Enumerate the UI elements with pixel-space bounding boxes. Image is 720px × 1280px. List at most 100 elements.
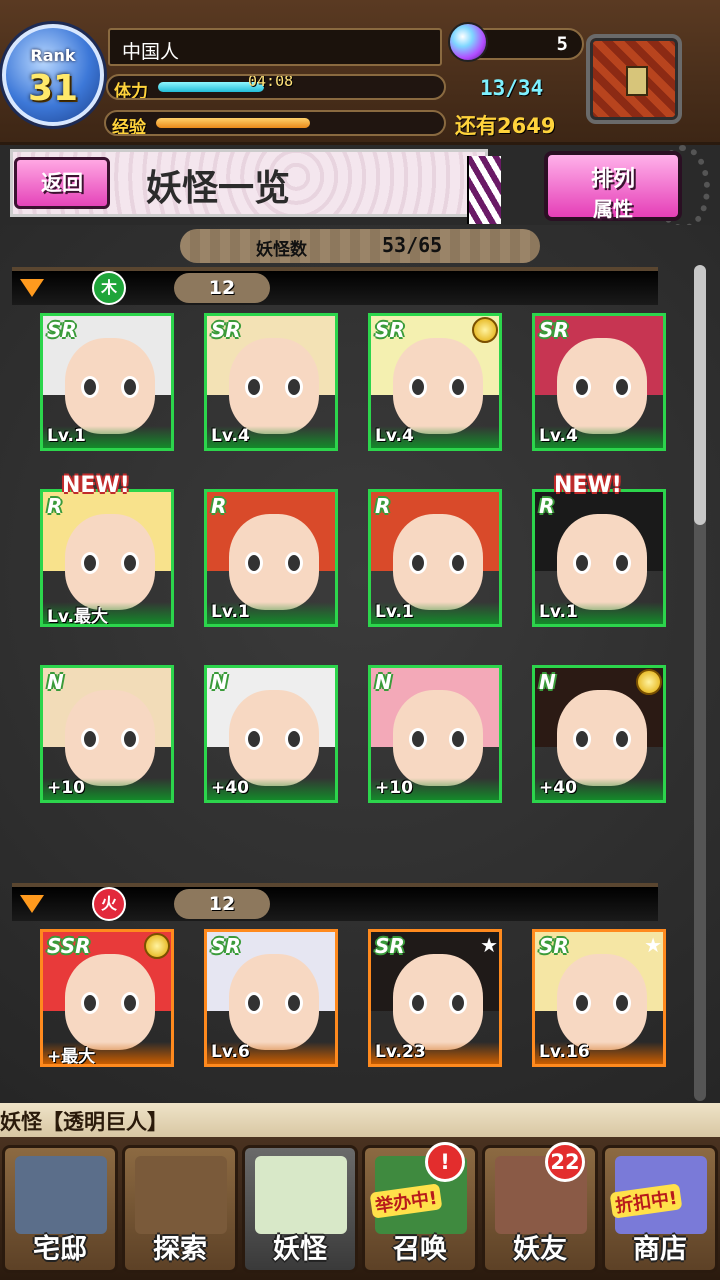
yokai-card[interactable]: SR Lv.23 ★ [368,929,502,1067]
rank-badge[interactable]: Rank 31 [2,24,104,126]
level-label: +40 [207,778,335,800]
portrait-eye [81,376,99,398]
banner-stripe [467,156,501,224]
nav-button[interactable]: 探索 [122,1145,238,1273]
yokai-card[interactable]: R Lv.1 NEW! [532,473,666,627]
portrait-eye [449,992,467,1014]
nav-icon [135,1156,227,1234]
yokai-card[interactable]: SR Lv.4 [368,313,502,451]
nav-button[interactable]: 召唤! 举办中! [362,1142,478,1273]
yokai-portrait: R Lv.1 [532,489,666,627]
portrait-eye [613,728,631,750]
sort-button[interactable]: 排列 属性 [544,151,682,221]
scrollbar-thumb[interactable] [694,265,706,525]
rarity-label: SSR [47,934,91,958]
level-label: Lv.最大 [43,602,171,624]
collapse-arrow-icon[interactable] [20,895,44,913]
portrait-face [557,690,647,786]
element-icon: 火 [92,887,126,921]
portrait-eye [81,728,99,750]
rarity-label: SR [47,318,77,342]
collapse-arrow-icon[interactable] [20,279,44,297]
portrait-face [393,514,483,610]
yokai-card[interactable]: SR Lv.16 ★ [532,929,666,1067]
yokai-portrait: R Lv.1 [368,489,502,627]
yokai-portrait: SR Lv.4 [532,313,666,451]
yokai-portrait: R Lv.1 [204,489,338,627]
yokai-card[interactable]: N +40 [532,665,666,803]
yokai-card[interactable]: N +40 [204,665,338,803]
section-header[interactable]: 火 12 [12,883,658,921]
yokai-card[interactable]: SR Lv.6 [204,929,338,1067]
yokai-card[interactable]: R Lv.最大 NEW! [40,473,174,627]
treasure-chest-icon[interactable] [586,34,682,124]
portrait-eye [449,552,467,574]
level-label: Lv.4 [371,426,499,448]
yokai-count: 妖怪数 53/65 [180,229,540,263]
stamina-bar: 体力 04:08 [106,74,446,100]
yokai-card[interactable]: SR Lv.1 [40,313,174,451]
portrait-face [229,690,319,786]
rank-label: Rank [30,46,76,65]
yokai-count-label: 妖怪数 [256,240,307,260]
nav-button[interactable]: 宅邸 [2,1145,118,1273]
exp-fill [156,118,310,128]
yokai-card[interactable]: SSR +最大 [40,929,174,1067]
level-label: +最大 [43,1042,171,1064]
nav-button[interactable]: 商店 折扣中! [602,1145,718,1273]
nav-label: 商店 [633,1234,687,1265]
rarity-label: R [375,494,391,518]
nav-icon [255,1156,347,1234]
yokai-list[interactable]: 妖怪数 53/65 木 12 SR Lv.1 SR Lv.4 SR Lv.4 SR Lv.4 R Lv… [0,225,720,1103]
portrait-eye [449,728,467,750]
portrait-eye [121,552,139,574]
level-label: Lv.1 [535,602,663,624]
level-label: +10 [43,778,171,800]
bottom-nav: 宅邸 探索 妖怪 召唤! 举办中! 妖友 22 商店 折扣中! [0,1137,720,1280]
portrait-eye [121,728,139,750]
section-header[interactable]: 木 12 [12,267,658,305]
page-header: 返回 妖怪一览 排列 属性 [0,145,720,231]
exp-label: 经验 [112,118,146,136]
yokai-portrait: N +10 [40,665,174,803]
level-label: Lv.16 [535,1042,663,1064]
stamina-value: 13/34 [480,76,544,100]
level-label: Lv.1 [371,602,499,624]
portrait-face [393,954,483,1050]
nav-button[interactable]: 妖友 22 [482,1142,598,1273]
yokai-card[interactable]: R Lv.1 [368,489,502,627]
yokai-card[interactable]: N +10 [368,665,502,803]
portrait-face [393,338,483,434]
nav-label: 探索 [153,1234,207,1265]
level-label: Lv.1 [43,426,171,448]
yokai-card[interactable]: SR Lv.4 [204,313,338,451]
stamina-label: 体力 [114,82,148,100]
yokai-card[interactable]: N +10 [40,665,174,803]
rarity-label: R [47,494,63,518]
portrait-eye [121,376,139,398]
rank-value: 31 [27,68,79,109]
exp-bar: 经验 [104,110,446,136]
yokai-portrait: N +10 [368,665,502,803]
portrait-face [557,514,647,610]
portrait-eye [573,728,591,750]
portrait-eye [285,376,303,398]
rarity-label: SR [211,318,241,342]
rarity-label: SR [539,318,569,342]
portrait-eye [285,992,303,1014]
yokai-card[interactable]: R Lv.1 [204,489,338,627]
portrait-face [229,954,319,1050]
portrait-eye [573,552,591,574]
back-button[interactable]: 返回 [14,157,110,209]
level-label: +40 [535,778,663,800]
portrait-eye [285,728,303,750]
nav-label: 妖友 [513,1234,567,1265]
nav-button[interactable]: 妖怪 [242,1145,358,1273]
sort-label: 排列 [590,167,635,192]
yokai-card[interactable]: SR Lv.4 [532,313,666,451]
portrait-eye [613,552,631,574]
level-label: Lv.1 [207,602,335,624]
rarity-label: N [47,670,64,694]
rarity-label: N [539,670,556,694]
nav-icon [15,1156,107,1234]
